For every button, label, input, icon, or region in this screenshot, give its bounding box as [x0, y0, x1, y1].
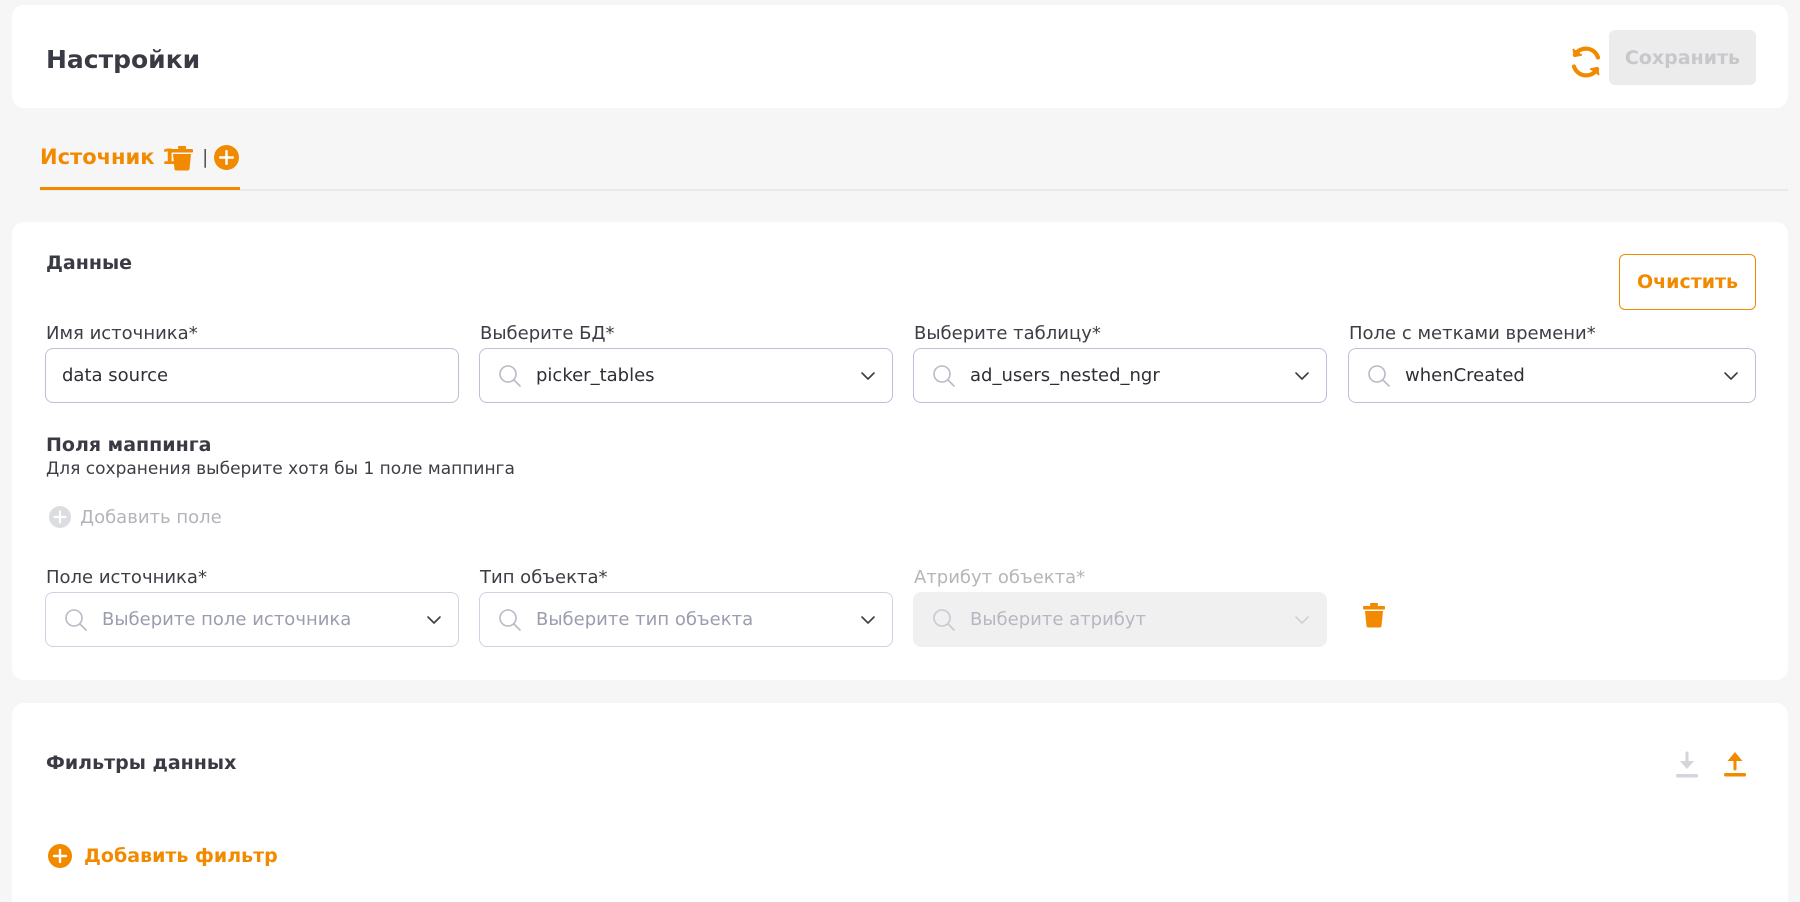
source-field-label: Поле источника* [46, 567, 207, 588]
source-name-field[interactable] [45, 348, 459, 403]
add-tab-icon[interactable] [214, 145, 239, 170]
object-attribute-select: Выберите атрибут [913, 592, 1327, 647]
delete-mapping-row-icon[interactable] [1362, 602, 1386, 628]
chevron-down-icon[interactable] [860, 612, 876, 628]
refresh-icon[interactable] [1568, 44, 1604, 80]
object-type-select[interactable]: Выберите тип объекта [479, 592, 893, 647]
filters-section: Фильтры данных Добавить фильтр [12, 703, 1788, 902]
source-name-label: Имя источника* [46, 323, 198, 344]
plus-circle-icon [48, 844, 72, 868]
search-icon [933, 608, 955, 631]
timestamp-label: Поле с метками времени* [1349, 323, 1596, 344]
object-type-label: Тип объекта* [480, 567, 608, 588]
clear-button[interactable]: Очистить [1619, 254, 1756, 310]
tab-source-1[interactable]: Источник 1 [40, 145, 176, 169]
tab-separator: | [202, 146, 209, 168]
download-icon [1676, 751, 1698, 778]
add-field-button[interactable]: Добавить поле [48, 505, 222, 529]
mapping-hint: Для сохранения выберите хотя бы 1 поле м… [46, 459, 515, 479]
table-label: Выберите таблицу* [914, 323, 1101, 344]
trash-icon[interactable] [170, 145, 194, 171]
mapping-title: Поля маппинга [46, 434, 212, 456]
timestamp-select[interactable]: whenCreated [1348, 348, 1756, 403]
database-label: Выберите БД* [480, 323, 615, 344]
database-select[interactable]: picker_tables [479, 348, 893, 403]
chevron-down-icon[interactable] [1294, 368, 1310, 384]
table-value: ad_users_nested_ngr [970, 365, 1160, 386]
tab-bar-divider [40, 189, 1788, 191]
table-select[interactable]: ad_users_nested_ngr [913, 348, 1327, 403]
upload-icon[interactable] [1722, 750, 1748, 778]
search-icon [499, 608, 521, 631]
active-tab-indicator [40, 187, 240, 190]
chevron-down-icon [1295, 616, 1309, 624]
page-header: Настройки Сохранить [12, 5, 1788, 108]
search-icon [933, 364, 955, 387]
search-icon [65, 608, 87, 631]
plus-circle-icon [49, 506, 71, 528]
timestamp-value: whenCreated [1405, 365, 1525, 386]
data-section-title: Данные [46, 252, 133, 274]
search-icon [499, 364, 521, 387]
object-attribute-placeholder: Выберите атрибут [970, 609, 1147, 630]
chevron-down-icon[interactable] [1723, 368, 1739, 384]
filters-title: Фильтры данных [46, 752, 237, 774]
database-value: picker_tables [536, 365, 655, 386]
source-field-placeholder: Выберите поле источника [102, 609, 352, 630]
object-attribute-label: Атрибут объекта* [914, 567, 1086, 588]
add-filter-label: Добавить фильтр [84, 845, 278, 867]
source-name-input[interactable] [62, 365, 413, 386]
add-field-label: Добавить поле [80, 506, 222, 528]
page-title: Настройки [46, 45, 201, 74]
chevron-down-icon[interactable] [860, 368, 876, 384]
source-field-select[interactable]: Выберите поле источника [45, 592, 459, 647]
save-button[interactable]: Сохранить [1609, 30, 1756, 85]
add-filter-button[interactable]: Добавить фильтр [48, 844, 278, 868]
data-section: Данные Очистить Имя источника* Выберите … [12, 222, 1788, 680]
object-type-placeholder: Выберите тип объекта [536, 609, 754, 630]
search-icon [1368, 364, 1390, 387]
chevron-down-icon[interactable] [426, 612, 442, 628]
